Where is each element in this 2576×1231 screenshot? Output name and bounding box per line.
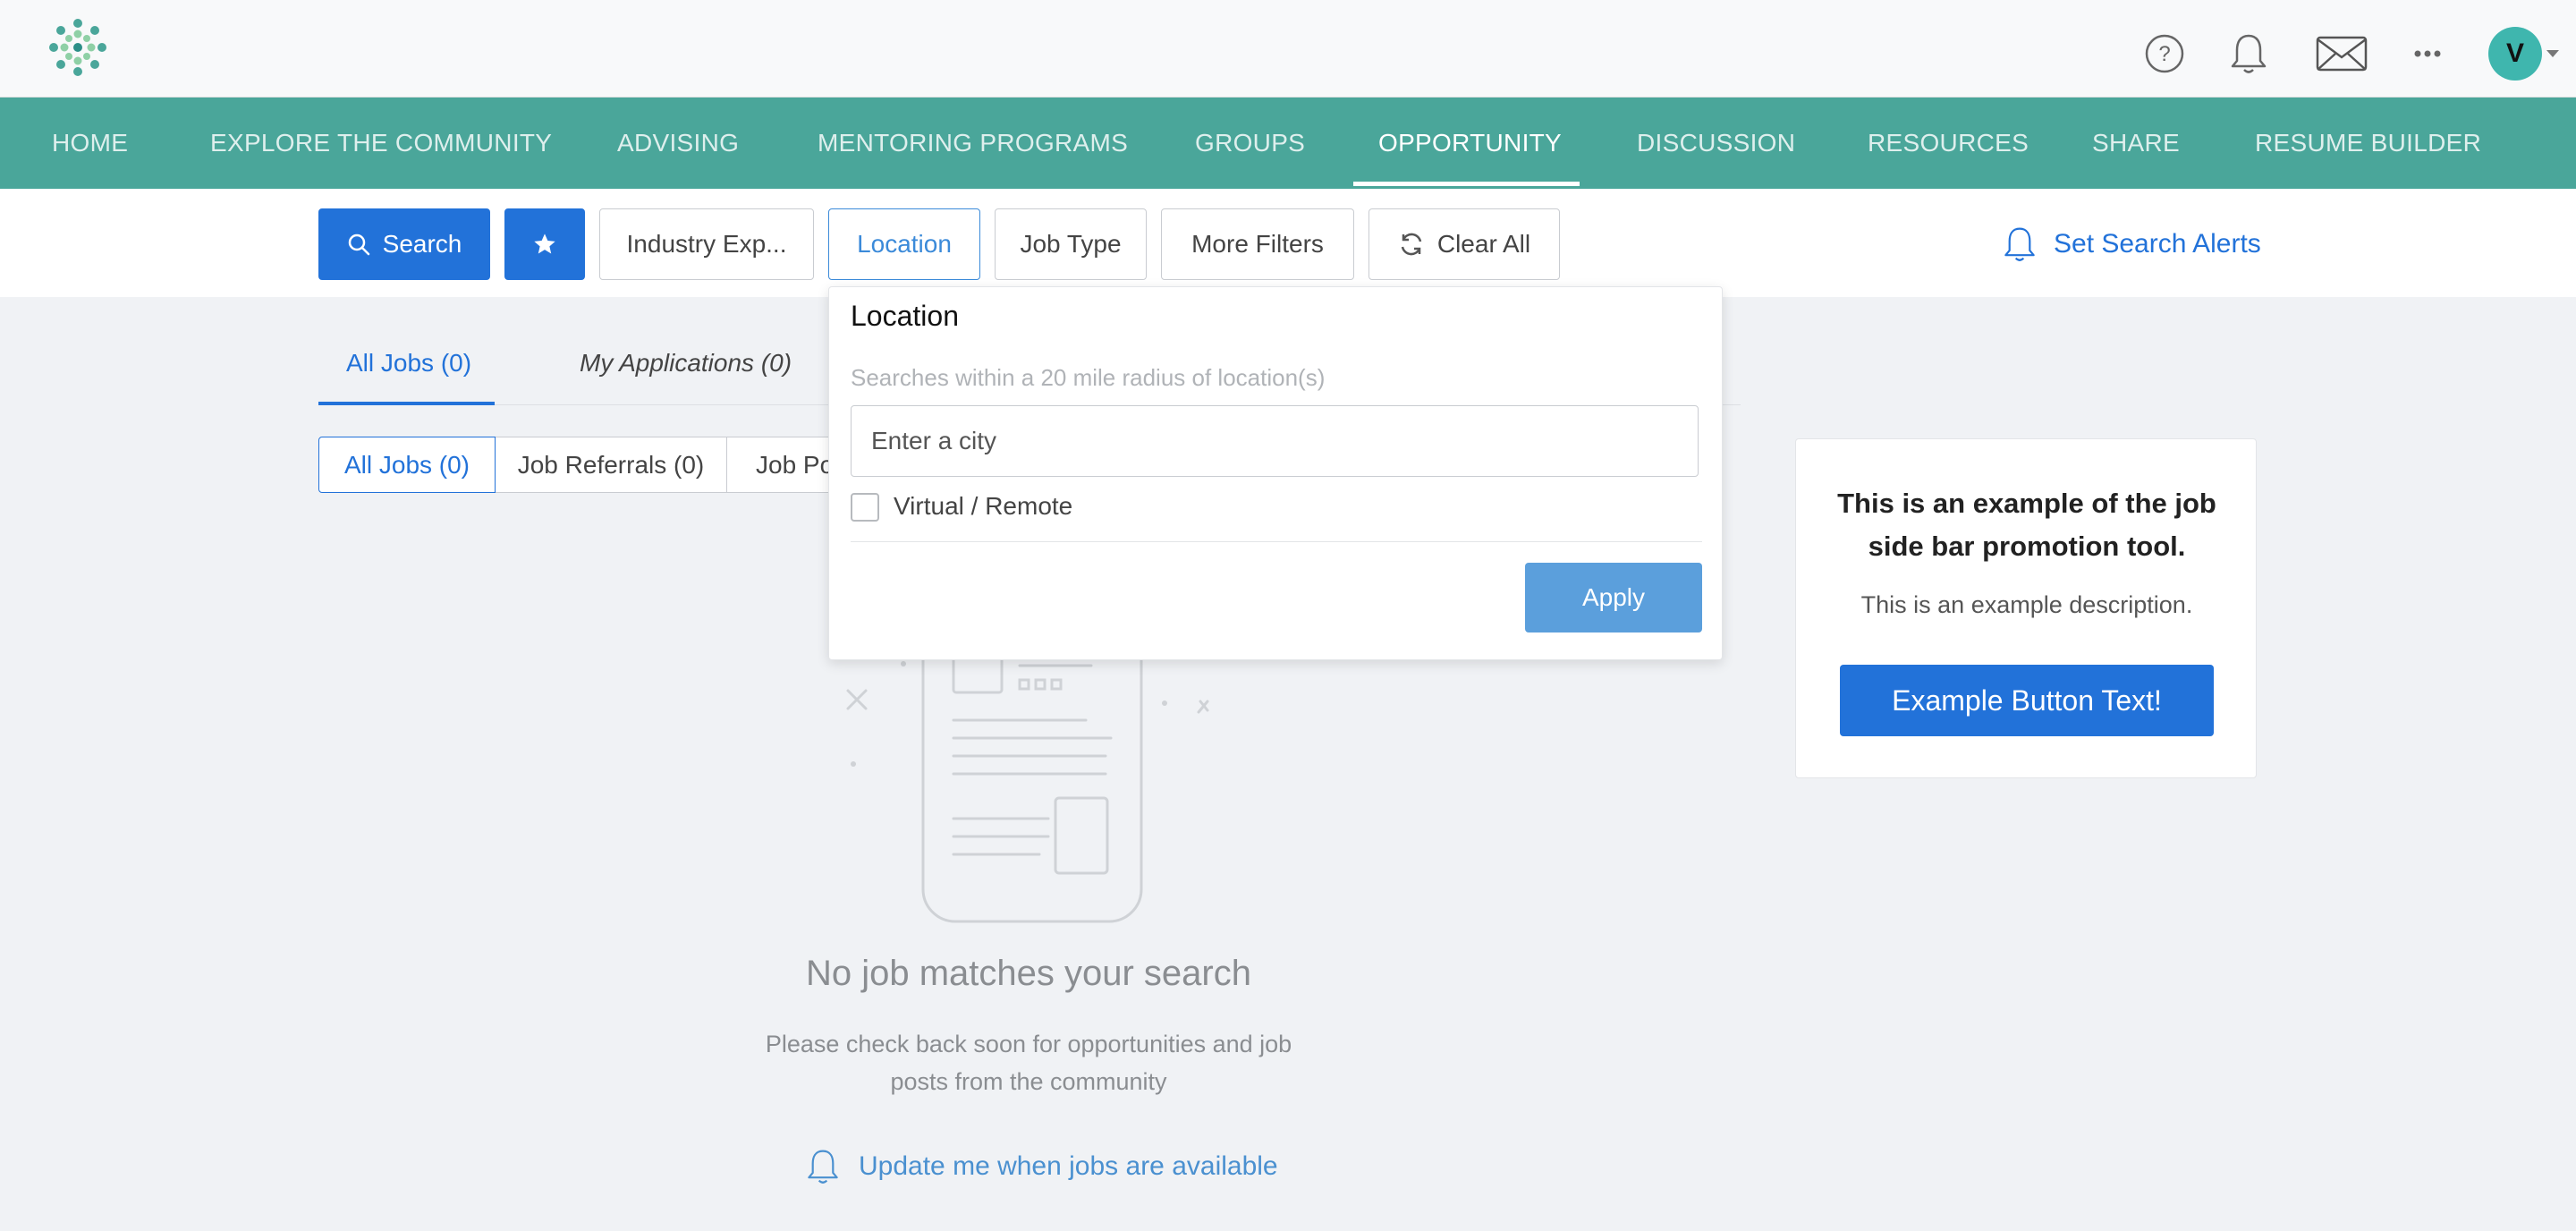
top-header: ? V [0,0,2576,98]
virtual-remote-checkbox[interactable] [851,493,879,522]
promotion-title: This is an example of the job side bar p… [1837,488,2216,562]
search-button[interactable]: Search [318,208,490,280]
bell-icon[interactable] [2227,32,2270,75]
nav-item-resume-builder[interactable]: RESUME BUILDER [2255,98,2481,189]
location-radius-hint: Searches within a 20 mile radius of loca… [851,364,1326,391]
nav-item-discussion[interactable]: DISCUSSION [1637,98,1795,189]
tab-my-applications[interactable]: My Applications (0) [580,349,792,378]
nav-item-explore-community[interactable]: EXPLORE THE COMMUNITY [210,98,552,189]
apply-button[interactable]: Apply [1525,563,1702,632]
filter-bar: Search Industry Exp... Location Job Type… [0,189,2576,297]
refresh-icon [1401,233,1422,256]
avatar[interactable]: V [2488,27,2542,81]
empty-state-title: No job matches your search [805,954,1251,993]
promotion-button[interactable]: Example Button Text! [1840,665,2214,736]
nav-item-home[interactable]: HOME [52,98,128,189]
active-nav-indicator [1353,182,1580,186]
mail-icon[interactable] [2315,32,2368,75]
more-filters-button[interactable]: More Filters [1161,208,1354,280]
tab-all-jobs[interactable]: All Jobs (0) [346,349,471,378]
active-tab-indicator [318,402,495,405]
main-navigation: HOME EXPLORE THE COMMUNITY ADVISING MENT… [0,98,2576,189]
flower-logo-icon[interactable] [47,16,109,79]
job-type-filter[interactable]: Job Type [995,208,1147,280]
nav-item-advising[interactable]: ADVISING [617,98,739,189]
set-search-alerts-label: Set Search Alerts [2054,229,2261,259]
chevron-down-icon[interactable] [2546,50,2559,57]
search-button-label: Search [382,230,462,258]
nav-item-groups[interactable]: GROUPS [1195,98,1305,189]
segment-all-jobs[interactable]: All Jobs (0) [318,437,496,493]
segment-job-referrals[interactable]: Job Referrals (0) [495,437,727,493]
location-dropdown: Location Searches within a 20 mile radiu… [828,286,1723,660]
svg-text:?: ? [2158,42,2170,66]
nav-item-share[interactable]: SHARE [2092,98,2180,189]
star-icon [534,233,555,254]
help-icon[interactable]: ? [2143,32,2186,75]
dropdown-divider [851,541,1702,542]
update-me-label: Update me when jobs are available [859,1151,1278,1181]
nav-item-mentoring-programs[interactable]: MENTORING PROGRAMS [818,98,1128,189]
clear-all-button[interactable]: Clear All [1368,208,1560,280]
nav-item-resources[interactable]: RESOURCES [1868,98,2029,189]
update-me-link[interactable]: Update me when jobs are available [805,1143,1278,1190]
location-filter[interactable]: Location [828,208,980,280]
location-dropdown-title: Location [851,300,959,332]
bell-icon [808,1150,838,1184]
empty-state-description: Please check back soon for opportunities… [765,1031,1292,1095]
set-search-alerts-link[interactable]: Set Search Alerts [2002,221,2261,267]
saved-searches-button[interactable] [504,208,585,280]
virtual-remote-label[interactable]: Virtual / Remote [894,492,1072,521]
city-input[interactable] [851,405,1699,477]
more-icon[interactable] [2406,32,2449,75]
promotion-card: This is an example of the job side bar p… [1795,438,2257,778]
bell-icon [2004,227,2035,261]
search-icon [348,233,369,256]
industry-experience-filter[interactable]: Industry Exp... [599,208,814,280]
promotion-description: This is an example description. [1860,591,2193,618]
clear-all-label: Clear All [1436,230,1531,258]
nav-item-opportunity[interactable]: OPPORTUNITY [1378,98,1562,189]
